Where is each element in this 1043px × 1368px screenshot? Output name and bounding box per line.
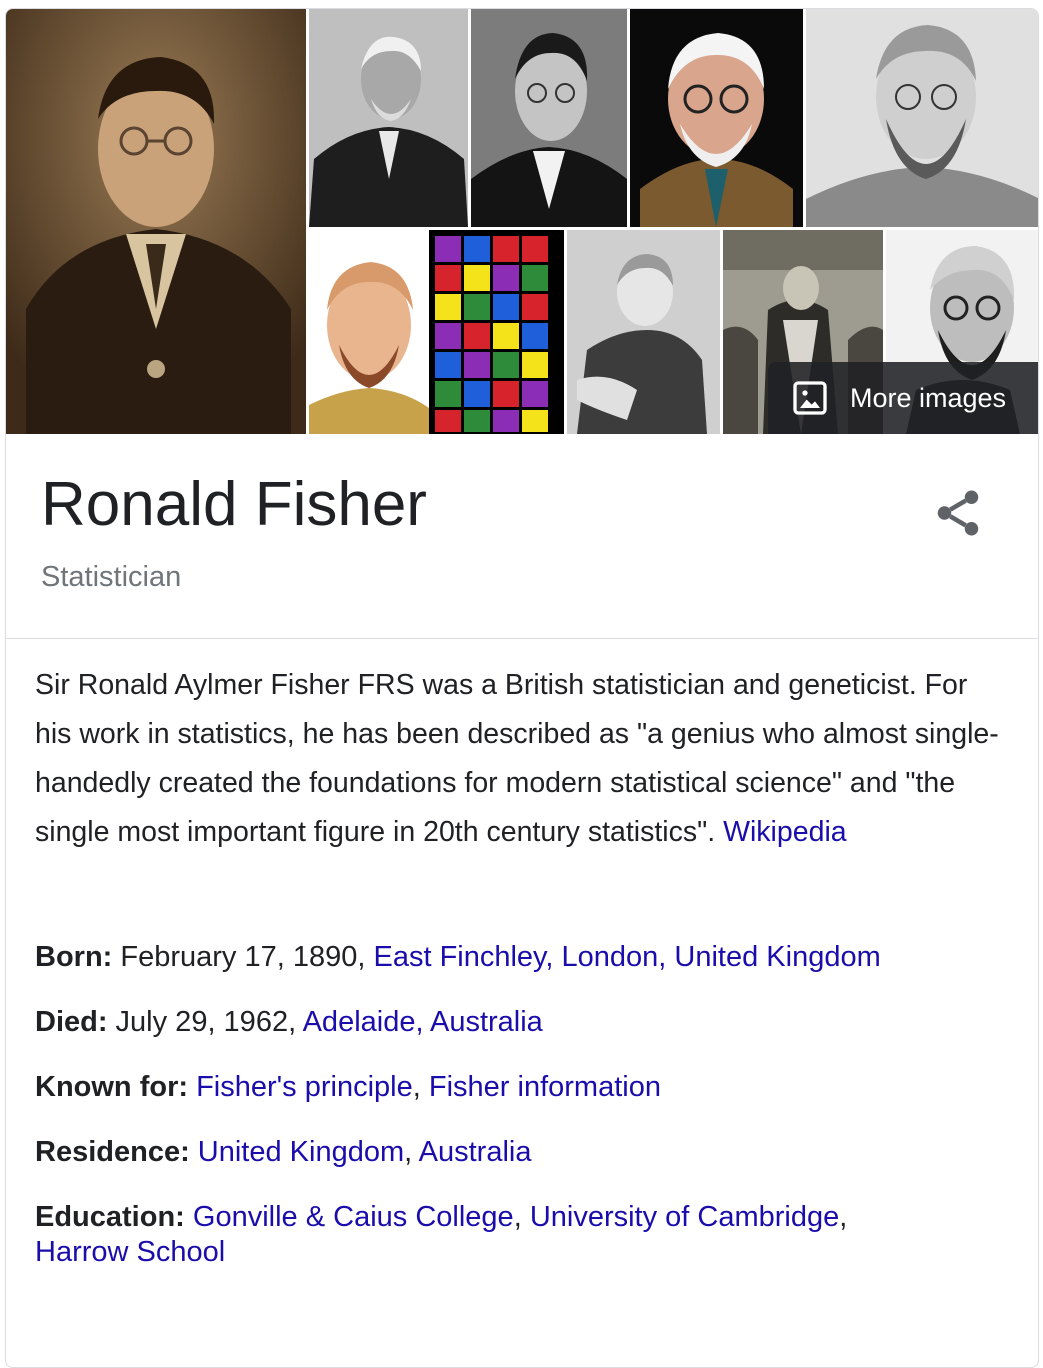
gallery-image-1[interactable] [6, 9, 306, 434]
gallery-image-3[interactable] [471, 9, 627, 227]
gallery-image-6[interactable] [309, 230, 564, 434]
more-images-label: More images [850, 382, 1007, 413]
fact-label: Died: [35, 1006, 108, 1038]
education-link[interactable]: Harrow School [35, 1236, 225, 1268]
fact-residence: Residence: United Kingdom, Australia [35, 1136, 532, 1168]
image-gallery: More images [6, 9, 1038, 434]
fact-education: Education: Gonville & Caius College, Uni… [35, 1201, 848, 1268]
entity-subtitle: Statistician [41, 561, 182, 593]
gallery-image-5[interactable] [806, 9, 1038, 227]
portrait-image-bw [309, 9, 468, 227]
fact-value: February 17, 1890, [112, 941, 374, 973]
portrait-image-bw [806, 9, 1038, 227]
entity-title: Ronald Fisher [41, 470, 427, 539]
portrait-image-sepia [6, 9, 306, 434]
residence-link[interactable]: Australia [419, 1136, 532, 1168]
fact-value: July 29, 1962, [107, 1006, 303, 1038]
fact-died: Died: July 29, 1962, Adelaide, Australia [35, 1005, 1000, 1040]
panel-header: Ronald Fisher Statistician [6, 434, 1038, 639]
fact-known-for: Known for: Fisher's principle, Fisher in… [35, 1071, 661, 1103]
portrait-image-bw [471, 9, 627, 227]
known-for-link[interactable]: Fisher information [429, 1071, 661, 1103]
more-images-button[interactable]: More images [768, 362, 1038, 434]
education-link[interactable]: University of Cambridge [530, 1201, 839, 1233]
facts-list: Born: February 17, 1890, East Finchley, … [35, 940, 1000, 1300]
known-for-link[interactable]: Fisher's principle [196, 1071, 413, 1103]
education-link[interactable]: Gonville & Caius College [193, 1201, 514, 1233]
image-icon [793, 381, 827, 415]
fact-label: Known for: [35, 1071, 189, 1103]
portrait-image-colorized [630, 9, 803, 227]
deathplace-link[interactable]: Adelaide, Australia [303, 1006, 543, 1038]
fact-label: Born: [35, 941, 113, 973]
description-text: Sir Ronald Aylmer Fisher FRS was a Briti… [35, 669, 999, 848]
fact-label: Education: [35, 1201, 185, 1233]
residence-link[interactable]: United Kingdom [198, 1136, 404, 1168]
gallery-image-4[interactable] [630, 9, 803, 227]
gallery-image-7[interactable] [567, 230, 720, 434]
share-icon [937, 490, 979, 536]
wikipedia-link[interactable]: Wikipedia [723, 816, 847, 848]
portrait-image-child [567, 230, 720, 434]
share-button[interactable] [931, 486, 985, 540]
gallery-image-2[interactable] [309, 9, 468, 227]
illustration-colored-grid [309, 230, 564, 434]
entity-description: Sir Ronald Aylmer Fisher FRS was a Briti… [35, 661, 1000, 857]
birthplace-link[interactable]: East Finchley, London, United Kingdom [373, 941, 880, 973]
fact-born: Born: February 17, 1890, East Finchley, … [35, 940, 1000, 975]
fact-label: Residence: [35, 1136, 190, 1168]
